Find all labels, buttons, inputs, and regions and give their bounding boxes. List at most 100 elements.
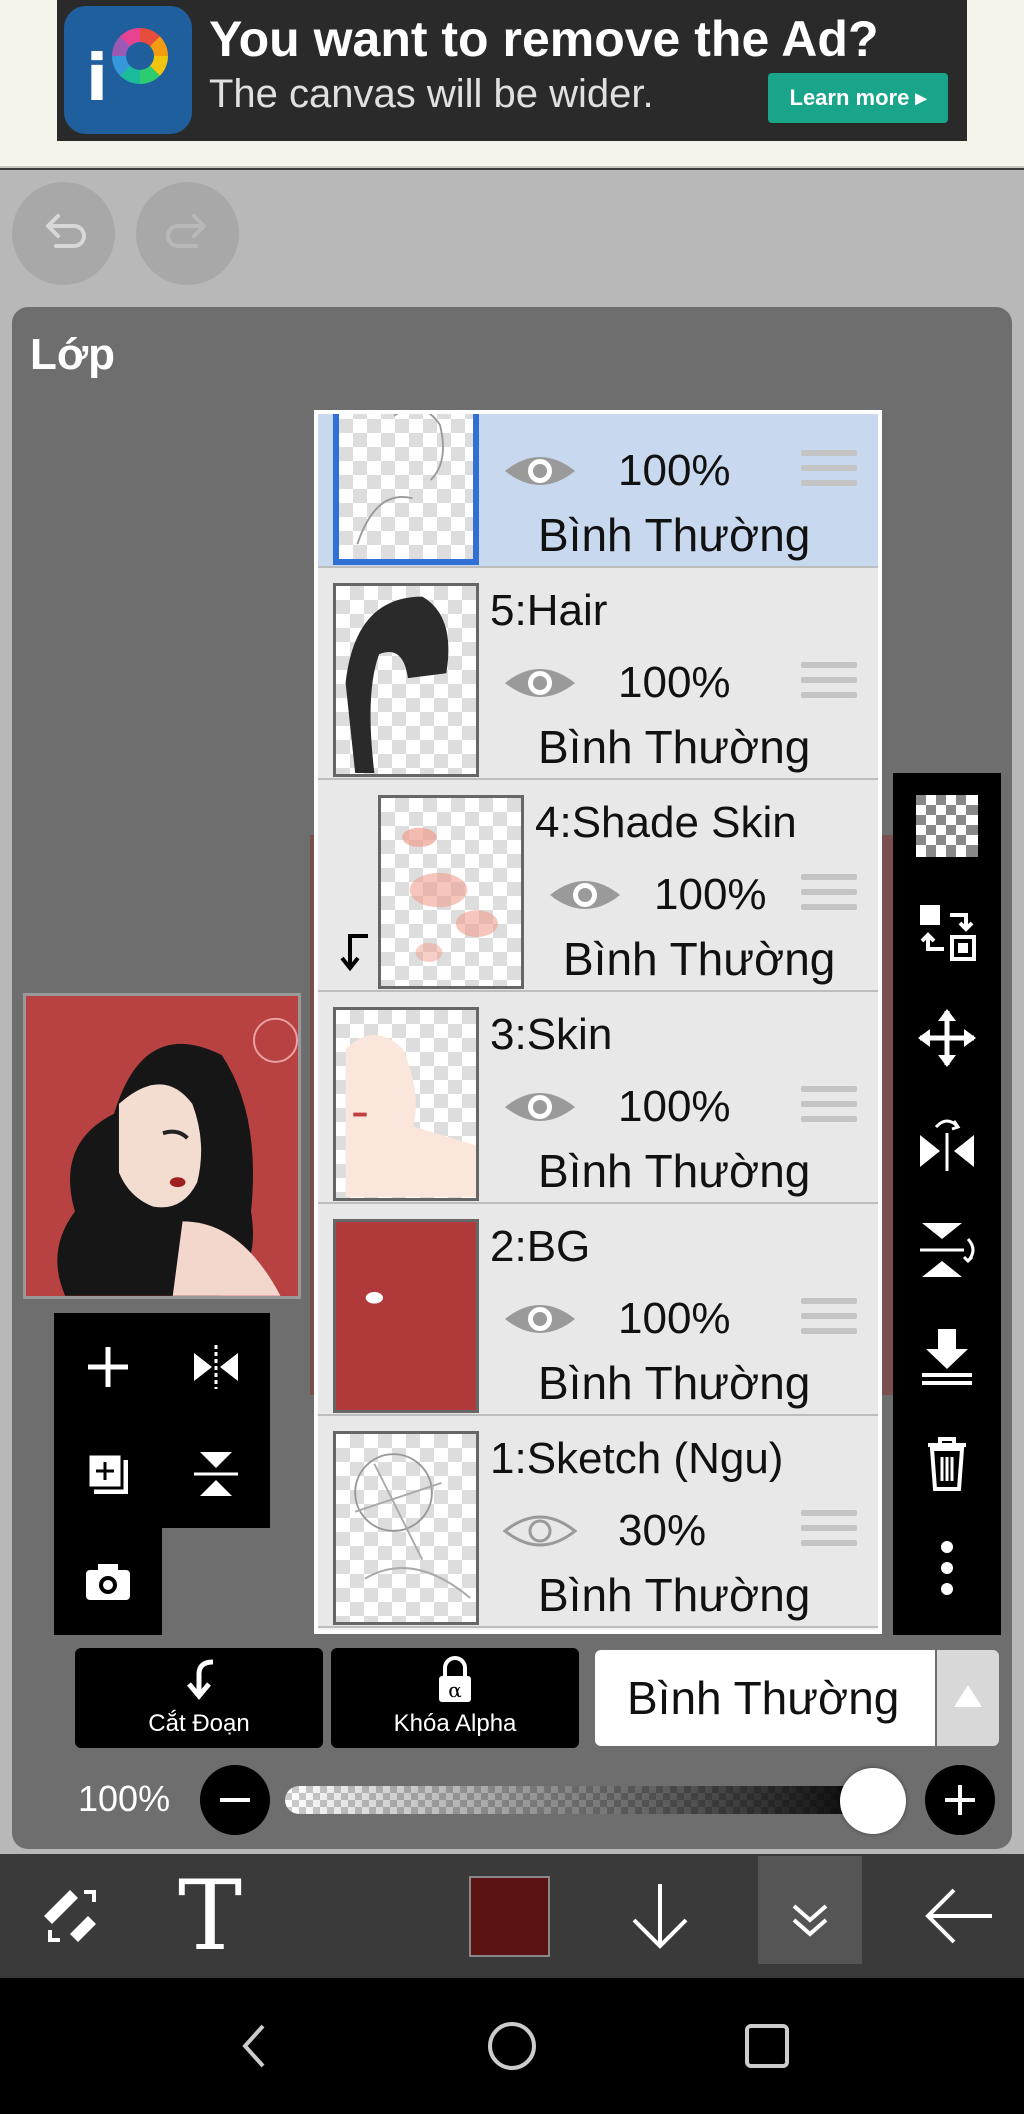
- ad-area: i You want to remove the Ad? The canvas …: [0, 0, 1024, 168]
- ad-subtitle: The canvas will be wider.: [209, 72, 654, 116]
- add-layer-button[interactable]: [54, 1313, 162, 1420]
- layer-thumbnail: [378, 795, 524, 989]
- nav-home-button[interactable]: [452, 1978, 572, 2114]
- blend-mode-dropdown-icon[interactable]: [937, 1650, 999, 1746]
- drag-handle-icon[interactable]: [801, 874, 857, 914]
- back-arrow-button[interactable]: [910, 1854, 1010, 1978]
- visibility-eye-icon[interactable]: [503, 1297, 577, 1341]
- layer-name: 1:Sketch (Ngu): [490, 1434, 784, 1483]
- layer-blend-mode: Bình Thường: [538, 1569, 811, 1621]
- blend-mode-select[interactable]: Bình Thường: [595, 1650, 935, 1746]
- right-tool-column: [893, 773, 1001, 1635]
- clipping-label: Cắt Đoạn: [148, 1710, 250, 1737]
- visibility-eye-icon[interactable]: [503, 1085, 577, 1129]
- ad-banner[interactable]: i You want to remove the Ad? The canvas …: [57, 0, 967, 141]
- layer-blend-mode: Bình Thường: [538, 1357, 811, 1409]
- layer-opacity: 30%: [618, 1506, 707, 1555]
- panel-title: Lớp: [30, 330, 116, 379]
- redo-button[interactable]: [136, 182, 239, 285]
- checkerboard-icon: [916, 795, 978, 857]
- learn-more-button[interactable]: Learn more ▸: [768, 73, 948, 123]
- clipping-button[interactable]: Cắt Đoạn: [75, 1648, 323, 1748]
- layer-down-button[interactable]: [610, 1854, 710, 1978]
- delete-layer-button[interactable]: [893, 1409, 1001, 1515]
- camera-button[interactable]: [54, 1528, 162, 1635]
- layer-blend-mode: Bình Thường: [538, 1145, 811, 1197]
- brush-eraser-switch-icon: [44, 1890, 96, 1942]
- transparency-button[interactable]: [893, 773, 1001, 879]
- drag-handle-icon[interactable]: [801, 1510, 857, 1550]
- visibility-eye-icon[interactable]: [503, 1509, 577, 1553]
- svg-text:α: α: [448, 1678, 462, 1702]
- flip-vertical-button[interactable]: [162, 1420, 270, 1527]
- nav-home-icon: [488, 2022, 536, 2070]
- flip-horizontal-tool-button[interactable]: [893, 1091, 1001, 1197]
- ibispaint-logo-icon: i: [64, 6, 192, 134]
- layer-opacity: 100%: [618, 1294, 731, 1343]
- layer-row-sketch[interactable]: 1:Sketch (Ngu) 30% Bình Thường: [318, 1416, 878, 1628]
- layer-opacity-value: 100%: [78, 1778, 171, 1819]
- arrow-down-icon: [632, 1884, 688, 1949]
- opacity-decrease-button[interactable]: [200, 1765, 270, 1835]
- visibility-eye-icon[interactable]: [503, 449, 577, 493]
- layer-list[interactable]: 100% Bình Thường 5:Hair 100% Bình Thường…: [314, 410, 882, 1634]
- move-button[interactable]: [893, 985, 1001, 1091]
- swap-layer-button[interactable]: [893, 879, 1001, 985]
- layer-panel-toggle-button[interactable]: [758, 1854, 862, 1978]
- swap-icon: [920, 905, 976, 961]
- alpha-lock-button[interactable]: α Khóa Alpha: [331, 1648, 579, 1748]
- layer-name: 5:Hair: [490, 586, 608, 635]
- flip-horizontal-icon: [920, 1119, 974, 1171]
- layer-row-selected[interactable]: 100% Bình Thường: [318, 414, 878, 568]
- camera-icon: [86, 1563, 130, 1600]
- visibility-eye-icon[interactable]: [503, 661, 577, 705]
- layer-name: 4:Shade Skin: [535, 798, 797, 847]
- opacity-slider-thumb[interactable]: [840, 1768, 906, 1834]
- left-tool-group: [54, 1313, 270, 1635]
- current-color-swatch[interactable]: [469, 1876, 550, 1957]
- system-navigation-bar: [0, 1978, 1024, 2114]
- layer-thumbnail: [333, 1431, 479, 1625]
- merge-down-button[interactable]: [893, 1303, 1001, 1409]
- nav-back-button[interactable]: [195, 1978, 315, 2114]
- canvas-preview[interactable]: [23, 993, 301, 1299]
- drag-handle-icon[interactable]: [801, 1086, 857, 1126]
- nav-back-icon: [242, 2024, 265, 2068]
- drag-handle-icon[interactable]: [801, 1298, 857, 1338]
- layer-thumbnail: [333, 1007, 479, 1201]
- flip-horizontal-button[interactable]: [162, 1313, 270, 1420]
- plus-icon: [88, 1346, 128, 1387]
- arrow-left-icon: [925, 1888, 992, 1944]
- chevron-double-down-icon: [792, 1904, 828, 1937]
- drag-handle-icon[interactable]: [801, 662, 857, 702]
- layer-row-bg[interactable]: 2:BG 100% Bình Thường: [318, 1204, 878, 1416]
- layer-row-hair[interactable]: 5:Hair 100% Bình Thường: [318, 568, 878, 780]
- more-options-button[interactable]: [893, 1515, 1001, 1621]
- layer-row-shade-skin[interactable]: 4:Shade Skin 100% Bình Thường: [318, 780, 878, 992]
- nav-recents-button[interactable]: [707, 1978, 827, 2114]
- alpha-lock-icon: α: [439, 1656, 471, 1702]
- flip-vertical-icon: [920, 1223, 975, 1277]
- text-tool-button[interactable]: T: [160, 1854, 260, 1978]
- undo-icon: [45, 213, 86, 248]
- layer-opacity: 100%: [618, 446, 731, 495]
- layer-opacity: 100%: [618, 658, 731, 707]
- layer-blend-mode: Bình Thường: [563, 933, 836, 985]
- drag-handle-icon[interactable]: [801, 450, 857, 490]
- tool-switch-button[interactable]: [20, 1854, 120, 1978]
- text-tool-icon: T: [177, 1860, 243, 1972]
- duplicate-layer-icon: [86, 1452, 128, 1494]
- flip-vertical-tool-button[interactable]: [893, 1197, 1001, 1303]
- layer-thumbnail: [333, 414, 479, 565]
- layer-row-skin[interactable]: 3:Skin 100% Bình Thường: [318, 992, 878, 1204]
- redo-icon: [165, 213, 206, 248]
- duplicate-layer-button[interactable]: [54, 1420, 162, 1527]
- opacity-increase-button[interactable]: [925, 1765, 995, 1835]
- opacity-slider[interactable]: [285, 1786, 885, 1814]
- layer-opacity: 100%: [618, 1082, 731, 1131]
- layer-blend-mode: Bình Thường: [538, 721, 811, 773]
- visibility-eye-icon[interactable]: [548, 873, 622, 917]
- nav-recents-icon: [745, 2024, 789, 2068]
- move-icon: [918, 1009, 976, 1067]
- undo-button[interactable]: [12, 182, 115, 285]
